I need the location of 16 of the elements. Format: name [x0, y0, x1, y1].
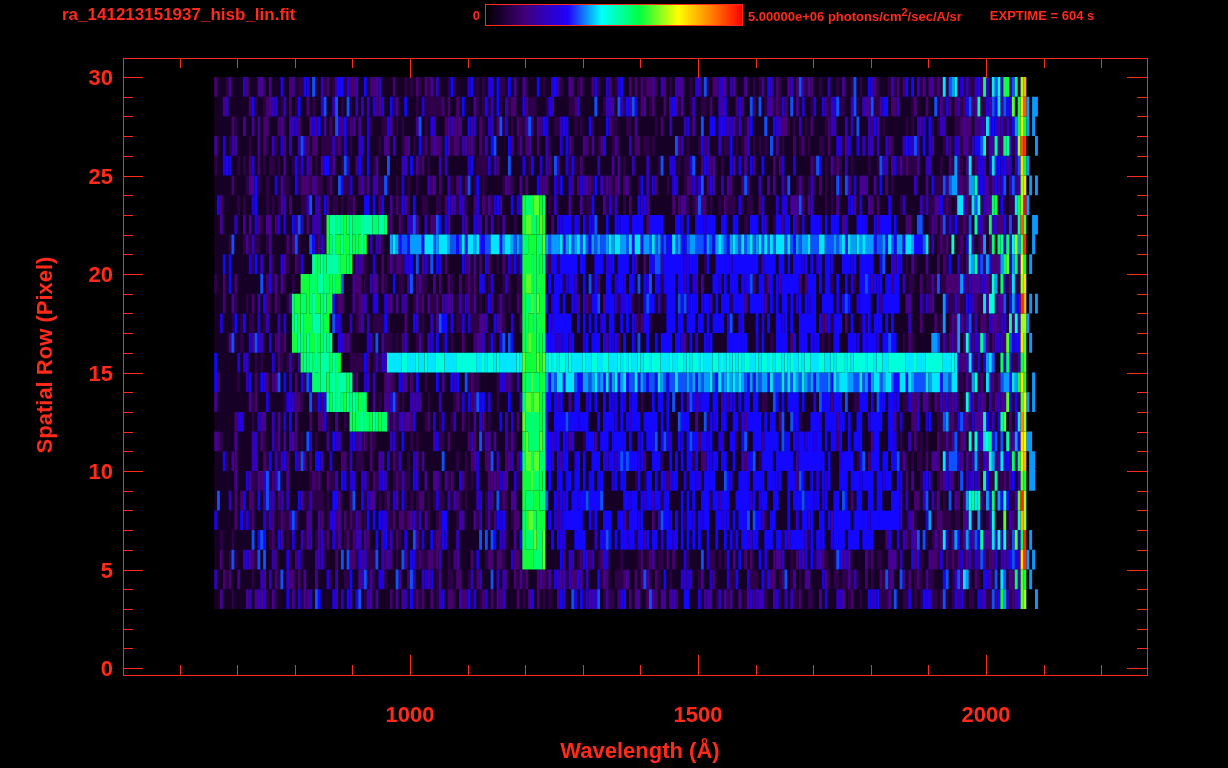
y-tick-label: 10	[88, 459, 113, 484]
y-tick-label: 15	[88, 360, 113, 386]
file-name: ra_141213151937_hisb_lin.fit	[62, 5, 297, 25]
colorbar-max-label: 5.00000e+06 photons/cm$^{2}$/sec/A/sr	[748, 5, 962, 25]
x-tick-label: 1000	[385, 702, 435, 727]
y-axis-title: Spatial Row (Pixel)	[32, 256, 57, 454]
x-tick-label: 1500	[673, 702, 723, 727]
x-axis-title: Wavelength (Å)	[560, 738, 720, 763]
y-tick-label: 0	[100, 656, 113, 681]
y-tick-label: 5	[100, 557, 113, 583]
y-tick-label: 30	[88, 65, 113, 90]
y-tick-label: 20	[88, 262, 113, 287]
exposure-time: EXPTIME = 604 s	[989, 7, 1095, 23]
x-tick-label: 2000	[961, 702, 1011, 727]
colorbar-min-label: 0	[471, 7, 480, 23]
y-tick-label: 25	[88, 163, 113, 189]
